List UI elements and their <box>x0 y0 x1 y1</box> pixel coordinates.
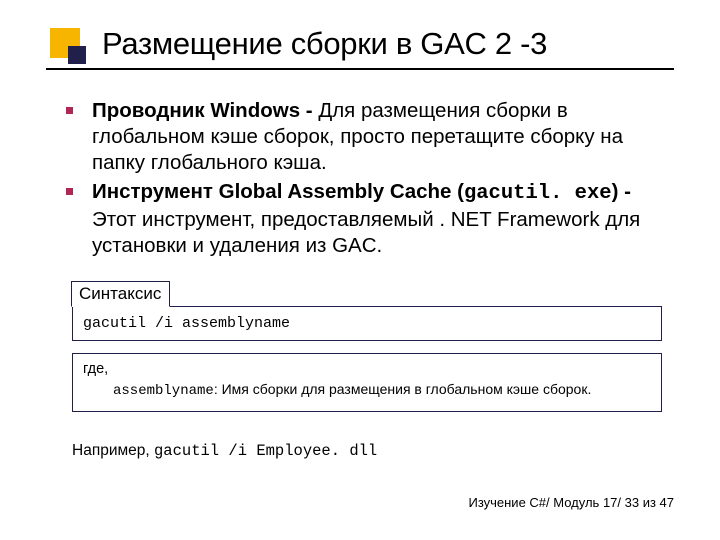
bullet-mono: gacutil. exe <box>464 182 612 205</box>
where-box: где, assemblyname: Имя сборки для размещ… <box>72 353 662 411</box>
page-title: Размещение сборки в GAC 2 -3 <box>46 26 674 70</box>
bullet-bold: Проводник Windows - <box>92 99 318 122</box>
syntax-code-box: gacutil /i assemblyname <box>72 306 662 341</box>
decor-blue-square <box>68 46 86 64</box>
where-definition: assemblyname: Имя сборки для размещения … <box>83 380 651 401</box>
syntax-section: Синтаксис gacutil /i assemblyname где, a… <box>72 281 662 411</box>
bullet-item: Инструмент Global Assembly Cache (gacuti… <box>92 179 662 260</box>
bullet-list: Проводник Windows - Для размещения сборк… <box>46 98 674 259</box>
syntax-code: gacutil /i assemblyname <box>83 315 290 332</box>
example-label: Например, <box>72 442 154 459</box>
bullet-bold: Инструмент Global Assembly Cache ( <box>92 180 464 203</box>
example-code: gacutil /i Employee. dll <box>154 442 377 460</box>
where-label: где, <box>83 360 651 380</box>
slide-footer: Изучение C#/ Модуль 17/ 33 из 47 <box>468 495 674 510</box>
bullet-marker-icon <box>66 107 73 114</box>
bullet-item: Проводник Windows - Для размещения сборк… <box>92 98 662 177</box>
where-rest: : Имя сборки для размещения в глобальном… <box>214 381 592 397</box>
bullet-bold-after: ) - <box>612 180 631 203</box>
title-area: Размещение сборки в GAC 2 -3 <box>46 26 674 70</box>
syntax-label: Синтаксис <box>71 281 170 307</box>
bullet-text: Этот инструмент, предоставляемый . NET F… <box>92 208 640 257</box>
slide: Размещение сборки в GAC 2 -3 Проводник W… <box>0 0 720 540</box>
where-mono: assemblyname <box>113 383 214 399</box>
bullet-marker-icon <box>66 188 73 195</box>
example-line: Например, gacutil /i Employee. dll <box>72 442 674 460</box>
